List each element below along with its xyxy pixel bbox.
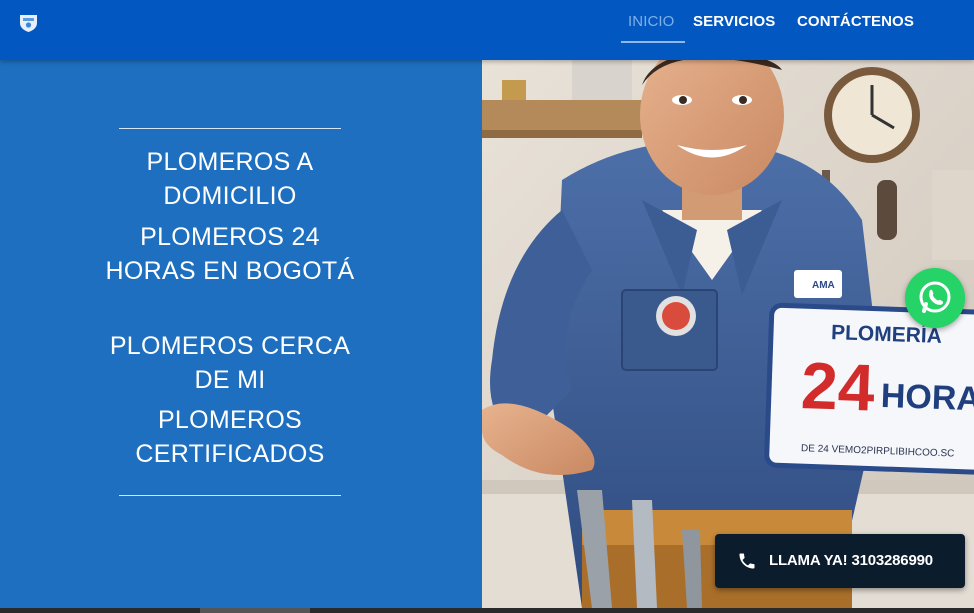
nav-inicio[interactable]: INICIO <box>628 13 674 43</box>
bottom-strip-segment <box>200 608 310 613</box>
whatsapp-button[interactable] <box>905 268 965 328</box>
active-nav-indicator <box>621 41 685 43</box>
phone-icon <box>739 553 755 569</box>
top-navbar: INICIO SERVICIOS CONTÁCTENOS <box>0 0 974 60</box>
whatsapp-icon <box>919 281 951 313</box>
divider-bottom <box>119 495 341 496</box>
name-tag-text: AMA <box>812 280 835 291</box>
sign-unit: HORAS <box>880 377 974 419</box>
shield-logo-icon[interactable] <box>18 12 39 33</box>
sign-number: 24 <box>800 348 876 425</box>
nav-servicios[interactable]: SERVICIOS <box>693 13 775 43</box>
hero-line-24-horas: PLOMEROS 24 HORAS EN BOGOTÁ <box>105 223 355 285</box>
bottom-strip <box>0 608 974 613</box>
nav-contactenos[interactable]: CONTÁCTENOS <box>797 13 914 43</box>
call-now-button[interactable]: LLAMA YA! 3103286990 <box>715 534 965 588</box>
call-now-label: LLAMA YA! 3103286990 <box>769 552 933 569</box>
divider-top <box>119 128 341 129</box>
hero-line-cerca: PLOMEROS CERCA DE MI <box>109 332 351 394</box>
hero-line-domicilio: PLOMEROS A DOMICILIO <box>146 148 314 210</box>
hero-plumber-image: AMA PLOMERÍA 24 HORAS DE 24 VEMO2PIRPLIB… <box>482 60 974 608</box>
hero-text-panel: PLOMEROS A DOMICILIO PLOMEROS 24 HORAS E… <box>0 60 482 608</box>
hero-line-certificados: PLOMEROS CERTIFICADOS <box>135 406 325 468</box>
